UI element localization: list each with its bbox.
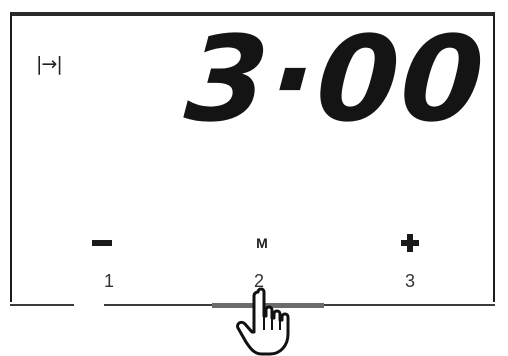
bottom-edge-gap xyxy=(74,302,104,308)
minus-button[interactable] xyxy=(80,226,124,260)
plus-icon xyxy=(401,234,419,252)
pointing-hand-icon xyxy=(236,287,290,356)
button-number-1: 1 xyxy=(104,271,115,291)
mode-button[interactable]: M xyxy=(240,226,284,260)
minus-icon xyxy=(92,240,112,246)
time-display: 3·00 xyxy=(181,10,490,148)
mode-button-label: M xyxy=(256,235,268,251)
plus-button[interactable] xyxy=(388,226,432,260)
timer-end-icon: |→| xyxy=(36,53,63,75)
button-number-3: 3 xyxy=(405,271,416,291)
